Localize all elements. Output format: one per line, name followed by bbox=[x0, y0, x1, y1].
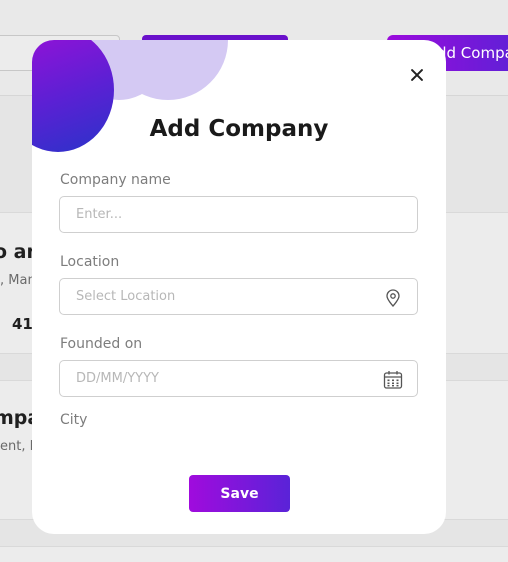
close-icon[interactable] bbox=[406, 64, 428, 86]
calendar-icon[interactable] bbox=[383, 370, 403, 390]
location-label: Location bbox=[60, 254, 120, 270]
location-field[interactable] bbox=[59, 278, 418, 315]
modal-title: Add Company bbox=[149, 116, 329, 142]
founded-on-label: Founded on bbox=[60, 336, 143, 352]
city-label: City bbox=[60, 412, 88, 428]
founded-on-input[interactable] bbox=[60, 361, 360, 396]
save-button[interactable]: Save bbox=[189, 475, 290, 512]
background-card-count: 41 bbox=[12, 315, 33, 333]
company-name-input[interactable] bbox=[60, 197, 360, 232]
background-card-subtitle: , Man bbox=[0, 273, 36, 288]
background-company-card bbox=[0, 546, 508, 562]
add-company-modal: Add Company Company name Location Founde… bbox=[32, 40, 446, 534]
founded-on-field[interactable] bbox=[59, 360, 418, 397]
company-name-label: Company name bbox=[60, 172, 171, 188]
location-pin-icon bbox=[386, 289, 400, 307]
location-select[interactable] bbox=[60, 279, 360, 314]
company-name-field bbox=[59, 196, 418, 233]
